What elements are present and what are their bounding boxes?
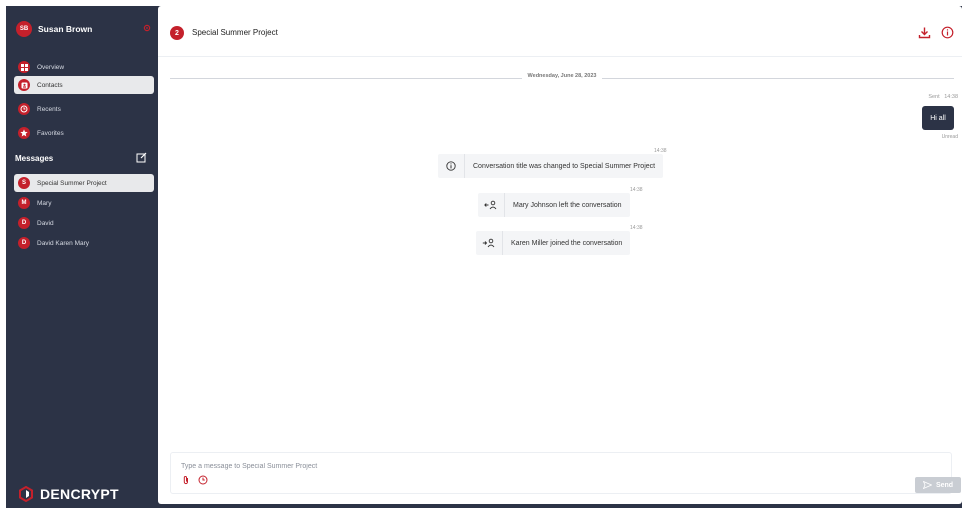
timer-icon[interactable] — [198, 475, 208, 485]
conversation-badge: 2 — [170, 26, 184, 40]
nav-item-label: Contacts — [37, 81, 63, 89]
event-text: Conversation title was changed to Specia… — [473, 162, 656, 170]
brand-logo: DENCRYPT — [18, 486, 119, 502]
conversation-item[interactable]: D David — [14, 214, 154, 232]
system-event: Conversation title was changed to Specia… — [438, 154, 664, 178]
info-icon[interactable] — [941, 26, 954, 39]
message-status: Unread — [941, 134, 958, 140]
nav-item-recents[interactable]: Recents — [14, 100, 154, 118]
gear-icon[interactable] — [142, 23, 152, 33]
event-text: Karen Miller joined the conversation — [511, 239, 623, 247]
nav-item-contacts[interactable]: Contacts — [14, 76, 154, 94]
conversation-item[interactable]: S Special Summer Project — [14, 174, 154, 192]
download-icon[interactable] — [918, 26, 931, 39]
user-left-icon — [478, 193, 505, 217]
sent-message-meta: Sent 14:38 — [928, 94, 958, 100]
sent-message-bubble[interactable]: Hi all — [922, 106, 954, 130]
conversation-header: 2 Special Summer Project — [158, 6, 962, 57]
sidebar: SB Susan Brown Overview Contacts Recents — [6, 6, 158, 508]
conversation-panel: 2 Special Summer Project Wednesday, June… — [158, 6, 962, 504]
send-label: Send — [935, 481, 954, 489]
event-time: 14:38 — [630, 187, 643, 193]
nav-item-favorites[interactable]: Favorites — [14, 124, 154, 142]
conversation-name: Special Summer Project — [37, 179, 107, 187]
avatar: SB — [16, 21, 32, 37]
info-icon — [438, 154, 465, 178]
dencrypt-logo-icon — [19, 486, 33, 502]
nav-item-label: Overview — [37, 63, 65, 71]
event-time: 14:38 — [630, 225, 643, 231]
nav-item-label: Recents — [37, 105, 61, 113]
conversation-title: Special Summer Project — [192, 28, 278, 37]
conversation-item[interactable]: M Mary — [14, 194, 154, 212]
grid-icon — [18, 61, 30, 73]
app-window: SB Susan Brown Overview Contacts Recents — [6, 6, 962, 508]
sent-time: 14:38 — [944, 94, 958, 100]
conversation-name: David Karen Mary — [37, 239, 90, 247]
system-event: Karen Miller joined the conversation — [476, 231, 631, 255]
brand-name: DENCRYPT — [40, 486, 119, 502]
contacts-icon — [18, 79, 30, 91]
sent-label: Sent — [928, 94, 940, 100]
date-separator-text: Wednesday, June 28, 2023 — [521, 73, 603, 79]
send-button[interactable]: Send — [915, 477, 961, 493]
conversation-item[interactable]: D David Karen Mary — [14, 234, 154, 252]
nav-item-overview[interactable]: Overview — [14, 58, 154, 76]
system-event: Mary Johnson left the conversation — [478, 193, 630, 217]
avatar: D — [18, 237, 30, 249]
conversation-name: Mary — [37, 199, 52, 207]
event-text: Mary Johnson left the conversation — [513, 201, 622, 209]
send-icon — [922, 481, 932, 489]
sent-message-text: Hi all — [930, 114, 946, 122]
user-joined-icon — [476, 231, 503, 255]
conversation-name: David — [37, 219, 54, 227]
avatar: S — [18, 177, 30, 189]
avatar: D — [18, 217, 30, 229]
user-name: Susan Brown — [38, 24, 93, 34]
user-profile[interactable]: SB Susan Brown — [16, 20, 156, 38]
date-separator: Wednesday, June 28, 2023 — [170, 72, 954, 84]
message-input[interactable] — [179, 459, 783, 473]
attachment-icon[interactable] — [181, 475, 191, 485]
avatar: M — [18, 197, 30, 209]
messages-section-title: Messages — [15, 154, 54, 163]
message-composer: Send — [170, 452, 961, 494]
star-icon — [18, 127, 30, 139]
compose-icon[interactable] — [136, 152, 147, 163]
nav-item-label: Favorites — [37, 129, 64, 137]
clock-icon — [18, 103, 30, 115]
